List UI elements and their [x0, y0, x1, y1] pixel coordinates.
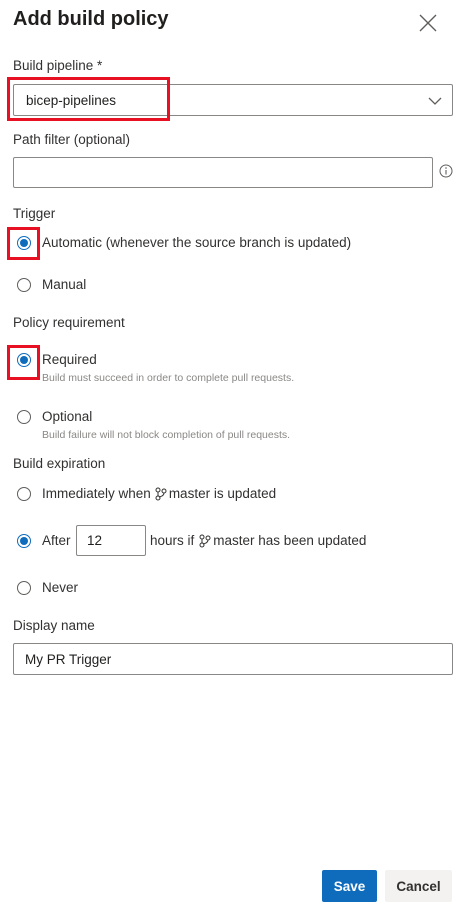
info-icon[interactable]: [439, 164, 453, 183]
branch-icon: [155, 487, 167, 501]
display-name-label: Display name: [13, 618, 95, 633]
policy-required-description: Build must succeed in order to complete …: [42, 372, 295, 384]
trigger-label: Trigger: [13, 206, 56, 221]
expiration-never-radio[interactable]: [17, 581, 31, 595]
save-button[interactable]: Save: [322, 870, 377, 902]
expiration-after-radio[interactable]: [17, 534, 31, 548]
policy-optional-label[interactable]: Optional: [42, 409, 92, 424]
path-filter-label: Path filter (optional): [13, 132, 131, 147]
cancel-button[interactable]: Cancel: [385, 870, 452, 902]
highlight-box-pipeline: [7, 77, 170, 121]
expiration-immediately-suffix: master is updated: [168, 486, 277, 501]
branch-icon: [199, 534, 211, 548]
expiration-immediately-prefix: Immediately when: [42, 486, 151, 501]
expiration-after-prefix[interactable]: After: [42, 533, 71, 548]
expiration-after-suffix: master has been updated: [213, 533, 367, 548]
policy-required-label[interactable]: Required: [42, 352, 97, 367]
highlight-box-trigger: [7, 227, 40, 260]
expiration-immediately-radio[interactable]: [17, 487, 31, 501]
policy-optional-description: Build failure will not block completion …: [42, 429, 291, 441]
display-name-input[interactable]: [13, 643, 453, 675]
trigger-manual-label[interactable]: Manual: [42, 277, 86, 292]
expiration-hours-input[interactable]: [76, 525, 146, 556]
policy-optional-radio[interactable]: [17, 410, 31, 424]
build-expiration-label: Build expiration: [13, 456, 106, 471]
close-icon[interactable]: [417, 12, 439, 34]
build-pipeline-label: Build pipeline *: [13, 58, 103, 73]
trigger-manual-radio[interactable]: [17, 278, 31, 292]
panel-title: Add build policy: [13, 8, 169, 30]
path-filter-input[interactable]: [13, 157, 433, 188]
expiration-after-hours-text: hours if: [150, 533, 195, 548]
expiration-immediately-option[interactable]: Immediately when master is updated: [42, 486, 276, 501]
expiration-never-label[interactable]: Never: [42, 580, 78, 595]
chevron-down-icon: [428, 94, 442, 112]
expiration-after-suffix-group: hours if master has been updated: [150, 533, 366, 548]
trigger-automatic-label[interactable]: Automatic (whenever the source branch is…: [42, 235, 351, 250]
highlight-box-policy: [7, 345, 40, 380]
policy-requirement-label: Policy requirement: [13, 315, 125, 330]
